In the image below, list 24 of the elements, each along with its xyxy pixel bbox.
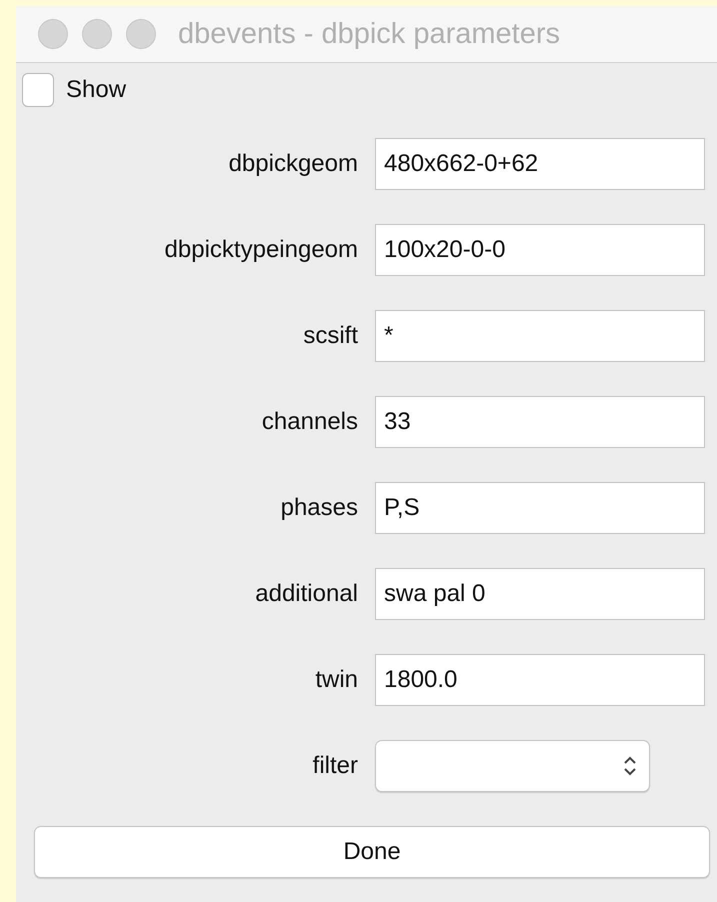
field-label: scsift bbox=[302, 322, 358, 350]
dropdown[interactable] bbox=[375, 740, 650, 792]
input-field[interactable]: P,S bbox=[375, 482, 705, 534]
window-title: dbevents - dbpick parameters bbox=[178, 18, 560, 50]
field-label: phases bbox=[280, 494, 358, 522]
field-label: dbpickgeom bbox=[228, 150, 358, 178]
field-label: twin bbox=[314, 666, 358, 694]
close-button[interactable] bbox=[38, 19, 68, 49]
zoom-button[interactable] bbox=[126, 19, 156, 49]
input-field[interactable]: 100x20-0-0 bbox=[375, 224, 705, 276]
minimize-button[interactable] bbox=[82, 19, 112, 49]
field-label: channels bbox=[260, 408, 358, 436]
field-label: dbpicktypeingeom bbox=[164, 236, 358, 264]
input-field[interactable]: 33 bbox=[375, 396, 705, 448]
field-label: additional bbox=[254, 580, 358, 608]
done-button[interactable]: Done bbox=[34, 826, 710, 878]
checkbox-label: Show bbox=[66, 76, 126, 104]
input-field[interactable]: 1800.0 bbox=[375, 654, 705, 706]
show-checkbox[interactable] bbox=[22, 73, 54, 107]
input-field[interactable]: 480x662-0+62 bbox=[375, 138, 705, 190]
input-field[interactable]: * bbox=[375, 310, 705, 362]
input-field[interactable]: swa pal 0 bbox=[375, 568, 705, 620]
chevron-updown-icon bbox=[623, 755, 637, 777]
field-label: filter bbox=[312, 752, 358, 780]
